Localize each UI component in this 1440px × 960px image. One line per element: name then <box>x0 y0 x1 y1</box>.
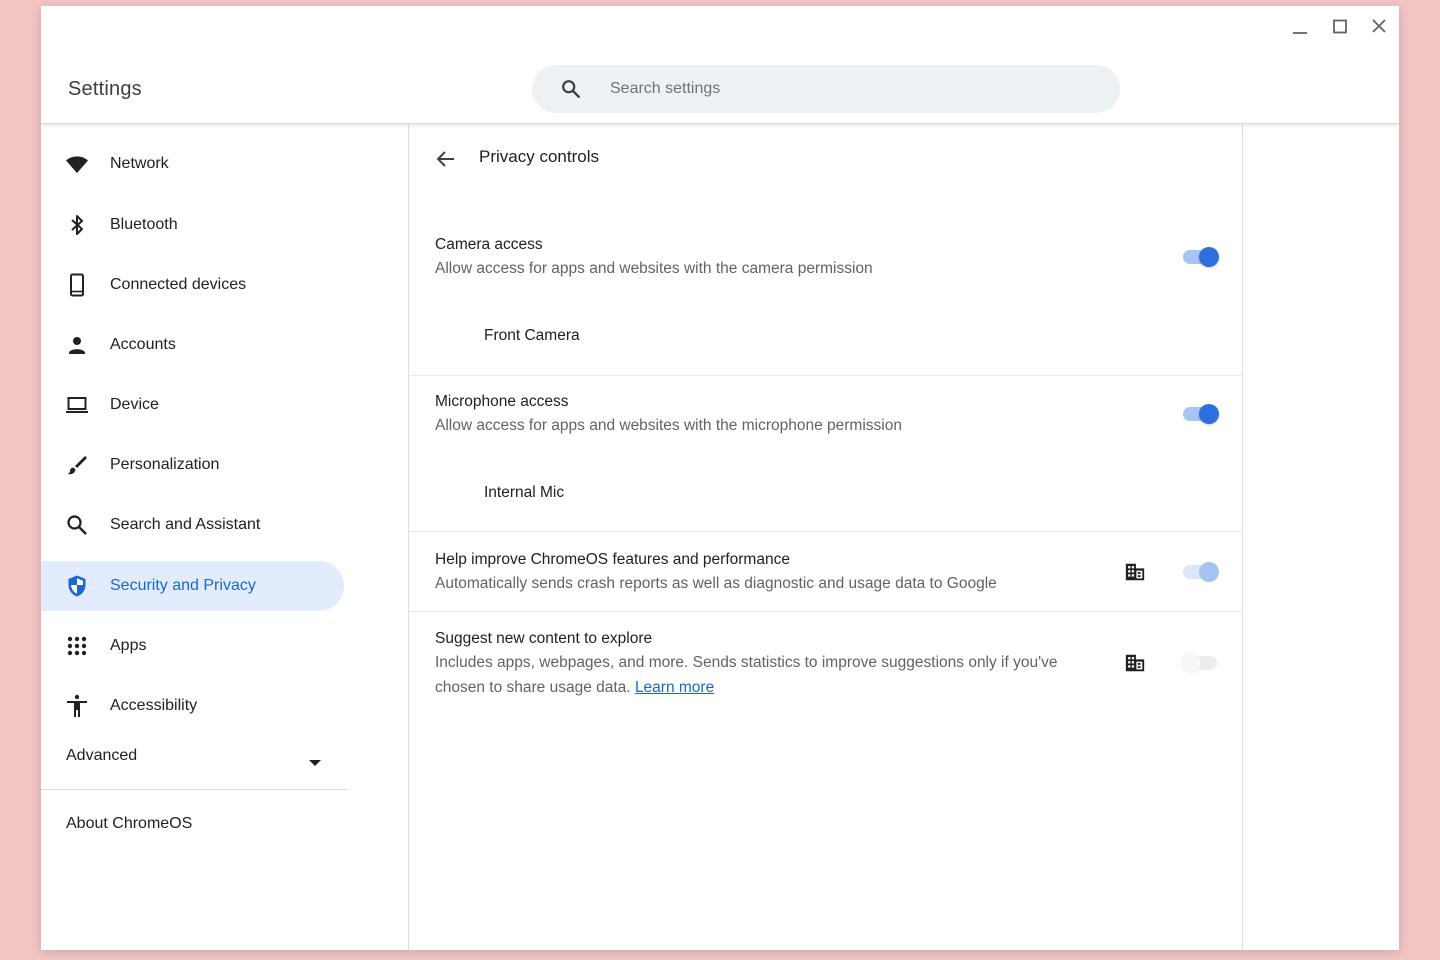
sidebar-item-label: Apps <box>110 637 147 654</box>
advanced-label: Advanced <box>66 747 138 764</box>
maximize-button[interactable] <box>1329 18 1351 40</box>
sidebar-item-label: Accessibility <box>110 697 198 714</box>
row-title: Camera access <box>435 236 543 253</box>
row-title: Help improve ChromeOS features and perfo… <box>435 551 790 568</box>
close-button[interactable] <box>1368 18 1390 40</box>
sidebar: Network Bluetooth Connected devices Acco… <box>41 125 409 950</box>
sidebar-item-personalization[interactable]: Personalization <box>41 440 344 490</box>
row-title: Suggest new content to explore <box>435 630 653 647</box>
maximize-icon <box>1331 18 1349 41</box>
row-title: Microphone access <box>435 393 569 410</box>
sidebar-item-security-and-privacy[interactable]: Security and Privacy <box>41 561 344 611</box>
wifi-icon <box>65 152 89 176</box>
enterprise-managed-icon[interactable] <box>1124 561 1146 583</box>
sidebar-advanced-toggle[interactable]: Advanced <box>41 732 348 782</box>
person-icon <box>65 333 89 357</box>
sidebar-item-label: Security and Privacy <box>110 577 256 594</box>
toggle-knob <box>1199 247 1219 267</box>
phone-icon <box>65 273 89 297</box>
page-title: Privacy controls <box>479 147 599 166</box>
camera-device-item: Front Camera <box>484 327 580 344</box>
help-improve-row: Help improve ChromeOS features and perfo… <box>410 532 1243 612</box>
sidebar-item-bluetooth[interactable]: Bluetooth <box>41 200 344 250</box>
row-description-line2: chosen to share usage data. <box>435 679 631 696</box>
search-icon <box>560 78 582 100</box>
row-description: Automatically sends crash reports as wel… <box>435 575 997 592</box>
minimize-icon <box>1291 18 1309 41</box>
shield-icon <box>65 574 89 598</box>
sidebar-item-accessibility[interactable]: Accessibility <box>41 681 344 731</box>
toggle-knob <box>1181 653 1201 673</box>
toggle-knob <box>1199 404 1219 424</box>
microphone-access-toggle[interactable] <box>1181 403 1219 425</box>
header-bar: Settings <box>41 6 1399 124</box>
main-panel: Privacy controls Camera access Allow acc… <box>410 125 1243 950</box>
sidebar-item-device[interactable]: Device <box>41 380 344 430</box>
minimize-button[interactable] <box>1289 18 1311 40</box>
row-description-line1: Includes apps, webpages, and more. Sends… <box>435 654 1058 671</box>
sidebar-item-label: Network <box>110 155 169 172</box>
app-title: Settings <box>68 78 142 100</box>
sidebar-item-accounts[interactable]: Accounts <box>41 320 344 370</box>
sidebar-item-network[interactable]: Network <box>41 139 344 189</box>
apps-grid-icon <box>65 634 89 658</box>
search-icon <box>65 513 89 537</box>
bluetooth-icon <box>65 213 89 237</box>
camera-access-row: Camera access Allow access for apps and … <box>410 212 1243 376</box>
enterprise-managed-icon[interactable] <box>1124 652 1146 674</box>
row-description: Allow access for apps and websites with … <box>435 260 873 277</box>
help-improve-toggle[interactable] <box>1181 561 1219 583</box>
row-description: Allow access for apps and websites with … <box>435 417 902 434</box>
sidebar-item-connected-devices[interactable]: Connected devices <box>41 260 344 310</box>
search-input[interactable] <box>610 65 1090 113</box>
learn-more-link[interactable]: Learn more <box>635 679 714 696</box>
sidebar-divider <box>41 789 348 790</box>
toggle-knob <box>1199 562 1219 582</box>
sidebar-item-label: Bluetooth <box>110 216 178 233</box>
sidebar-item-label: Personalization <box>110 456 220 473</box>
caret-down-icon <box>309 754 321 772</box>
sidebar-item-about[interactable]: About ChromeOS <box>66 815 192 833</box>
sidebar-item-label: Search and Assistant <box>110 516 261 533</box>
suggest-content-row: Suggest new content to explore Includes … <box>410 612 1243 717</box>
sidebar-item-label: Accounts <box>110 336 176 353</box>
microphone-device-item: Internal Mic <box>484 484 565 501</box>
suggest-content-toggle[interactable] <box>1181 652 1219 674</box>
camera-access-toggle[interactable] <box>1181 246 1219 268</box>
laptop-icon <box>65 393 89 417</box>
back-arrow-icon[interactable] <box>434 147 458 171</box>
sidebar-item-apps[interactable]: Apps <box>41 621 344 671</box>
brush-icon <box>65 453 89 477</box>
close-icon <box>1370 18 1388 41</box>
accessibility-icon <box>65 694 89 718</box>
row-description: Includes apps, webpages, and more. Sends… <box>435 650 1057 700</box>
sidebar-item-search-and-assistant[interactable]: Search and Assistant <box>41 500 344 550</box>
settings-window: Settings Networ <box>41 6 1399 950</box>
microphone-access-row: Microphone access Allow access for apps … <box>410 376 1243 532</box>
sidebar-item-label: Connected devices <box>110 276 247 293</box>
sidebar-item-label: Device <box>110 396 159 413</box>
search-box[interactable] <box>532 65 1120 113</box>
